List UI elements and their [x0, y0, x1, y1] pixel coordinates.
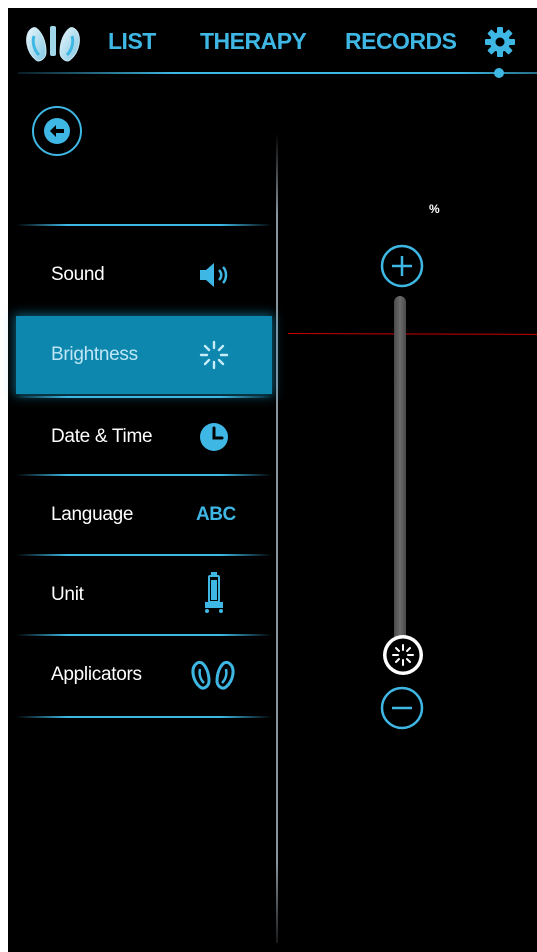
menu-item-label: Sound	[51, 264, 105, 285]
language-abc-icon: ABC	[196, 504, 236, 525]
menu-item-label: Unit	[51, 584, 84, 605]
brightness-slider-thumb[interactable]	[381, 633, 425, 677]
menu-item-brightness[interactable]: Brightness	[16, 316, 272, 394]
settings-screen: LIST THERAPY RECORDS Sound Brightness Da…	[8, 8, 537, 952]
applicators-icon	[191, 660, 235, 690]
arrow-left-icon	[44, 118, 70, 144]
menu-item-label: Brightness	[51, 344, 138, 365]
menu-item-label: Language	[51, 504, 134, 525]
brightness-unit-label: %	[429, 202, 440, 216]
nav-underline	[18, 72, 537, 74]
menu-item-label: Applicators	[51, 664, 142, 685]
panel-divider	[276, 133, 278, 943]
brightness-slider[interactable]	[394, 296, 406, 660]
top-nav: LIST THERAPY RECORDS	[8, 8, 537, 88]
menu-item-unit[interactable]: Unit	[16, 556, 272, 634]
menu-item-date-time[interactable]: Date & Time	[16, 398, 272, 476]
red-guide-line	[287, 333, 537, 335]
menu-separator	[16, 224, 272, 226]
menu-separator	[16, 716, 272, 718]
nav-active-indicator	[494, 68, 504, 78]
brightness-icon	[199, 340, 229, 370]
device-unit-icon	[205, 572, 223, 613]
menu-item-language[interactable]: Language ABC	[16, 476, 272, 554]
tab-records[interactable]: RECORDS	[345, 28, 457, 55]
gear-icon[interactable]	[484, 26, 516, 58]
applicators-logo-icon	[26, 26, 80, 62]
slider-track	[394, 296, 406, 660]
decrease-brightness-button[interactable]	[380, 686, 424, 730]
tab-therapy[interactable]: THERAPY	[200, 28, 307, 55]
menu-item-sound[interactable]: Sound	[16, 236, 272, 314]
menu-item-applicators[interactable]: Applicators	[16, 636, 272, 714]
menu-item-label: Date & Time	[51, 426, 153, 447]
speaker-icon	[200, 263, 228, 287]
back-button[interactable]	[32, 106, 82, 156]
tab-list[interactable]: LIST	[108, 28, 156, 55]
increase-brightness-button[interactable]	[380, 244, 424, 288]
clock-icon	[200, 423, 228, 451]
